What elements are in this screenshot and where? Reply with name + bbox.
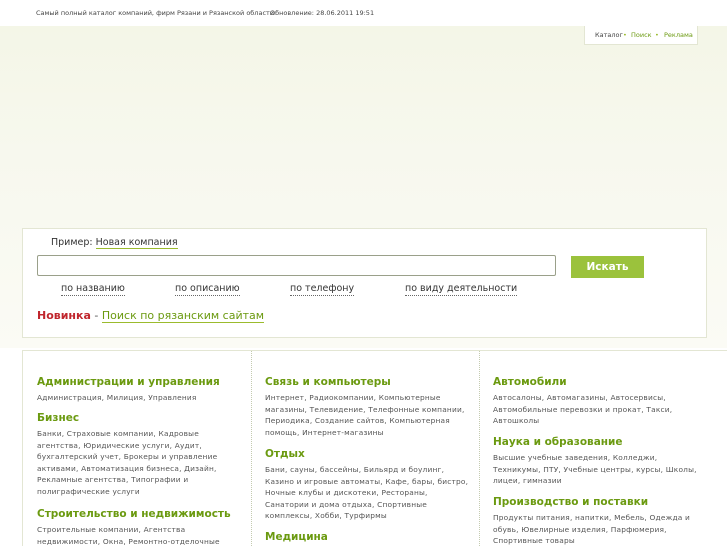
search-mode-by-name[interactable]: по названию [61, 283, 125, 296]
category-construction-links[interactable]: Строительные компании, Агентства недвижи… [37, 524, 242, 547]
search-input[interactable] [37, 255, 556, 276]
category-automobiles-links[interactable]: Автосалоны, Автомагазины, Автосервисы, А… [493, 392, 698, 427]
category-business[interactable]: Бизнес [37, 412, 79, 424]
nav-separator: • [623, 31, 627, 39]
category-communication-links[interactable]: Интернет, Радиокомпании, Компьютерные ма… [265, 392, 470, 438]
search-mode-by-activity[interactable]: по виду деятельности [405, 283, 518, 296]
site-tagline: Самый полный каталог компаний, фирм Ряза… [36, 9, 277, 17]
update-timestamp: Обновление: 28.06.2011 19:51 [270, 9, 375, 17]
category-administration[interactable]: Администрации и управления [37, 376, 220, 388]
category-production-links[interactable]: Продукты питания, напитки, Мебель, Одежд… [493, 512, 698, 547]
example-link[interactable]: Новая компания [95, 237, 178, 249]
category-automobiles[interactable]: Автомобили [493, 376, 567, 388]
search-panel: Пример: Новая компания Искать по названи… [22, 228, 707, 338]
category-leisure[interactable]: Отдых [265, 448, 305, 460]
nav-catalog: Каталог [595, 31, 623, 39]
top-bar: Самый полный каталог компаний, фирм Ряза… [0, 0, 727, 27]
category-construction[interactable]: Строительство и недвижимость [37, 508, 231, 520]
nav-ads-link[interactable]: Реклама [664, 31, 693, 39]
example-prefix: Пример: [51, 237, 93, 248]
column-divider [251, 351, 252, 546]
category-communication[interactable]: Связь и компьютеры [265, 376, 391, 388]
promo-line: Новинка - Поиск по рязанским сайтам [37, 309, 265, 323]
nav-search-link[interactable]: Поиск [631, 31, 652, 39]
category-medicine[interactable]: Медицина [265, 531, 328, 543]
search-mode-by-description[interactable]: по описанию [175, 283, 240, 296]
category-production[interactable]: Производство и поставки [493, 496, 648, 508]
catalog-panel: Администрации и управления Администрация… [22, 350, 727, 546]
category-education[interactable]: Наука и образование [493, 436, 623, 448]
nav-separator: • [655, 31, 659, 39]
category-business-links[interactable]: Банки, Страховые компании, Кадровые аген… [37, 428, 242, 498]
column-divider [479, 351, 480, 546]
promo-separator: - [94, 309, 99, 322]
search-example: Пример: Новая компания [51, 237, 178, 249]
category-leisure-links[interactable]: Бани, сауны, бассейны, Бильярд и боулинг… [265, 464, 470, 522]
promo-new-label: Новинка [37, 309, 91, 322]
category-education-links[interactable]: Высшие учебные заведения, Колледжи, Техн… [493, 452, 698, 487]
top-navigation: Каталог • Поиск • Реклама [584, 26, 698, 45]
site-search-link[interactable]: Поиск по рязанским сайтам [101, 309, 265, 323]
category-administration-links[interactable]: Администрация, Милиция, Управления [37, 392, 242, 404]
search-button[interactable]: Искать [571, 256, 644, 278]
search-mode-by-phone[interactable]: по телефону [290, 283, 355, 296]
